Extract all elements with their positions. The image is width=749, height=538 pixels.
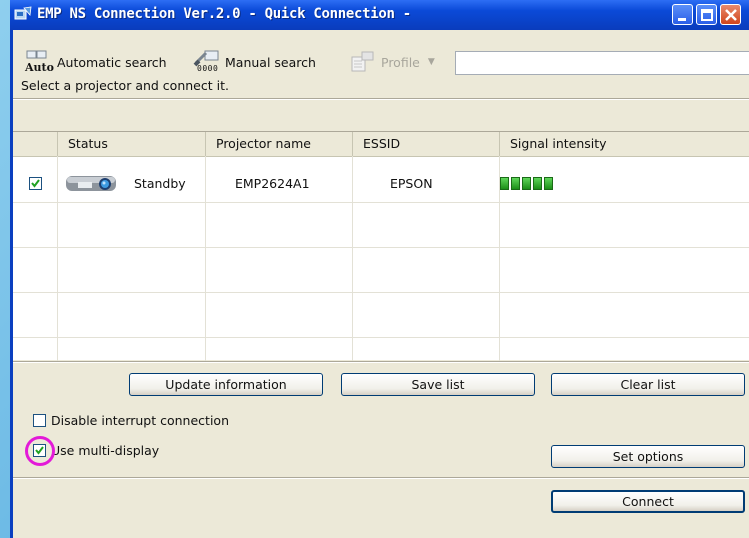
- chevron-down-icon: ▼: [427, 57, 435, 67]
- signal-bar: [522, 177, 531, 190]
- save-list-button[interactable]: Save list: [341, 373, 535, 396]
- close-button[interactable]: [720, 4, 741, 25]
- signal-bar: [500, 177, 509, 190]
- automatic-search-button[interactable]: Auto Automatic search: [25, 47, 167, 77]
- column-header-essid[interactable]: ESSID: [353, 132, 500, 156]
- column-header-projector-name[interactable]: Projector name: [206, 132, 353, 156]
- multi-display-label: Use multi-display: [51, 443, 160, 458]
- grid-line: [13, 337, 749, 338]
- disable-interrupt-checkbox[interactable]: [33, 414, 46, 427]
- automatic-search-icon: Auto: [25, 49, 54, 75]
- signal-bar: [533, 177, 542, 190]
- toolbar-divider: [13, 98, 749, 100]
- connect-button[interactable]: Connect: [551, 490, 745, 513]
- column-header-signal-intensity[interactable]: Signal intensity: [500, 132, 749, 156]
- maximize-button[interactable]: [696, 4, 717, 25]
- row-projector-name: EMP2624A1: [235, 176, 310, 191]
- grid-line: [13, 292, 749, 293]
- disable-interrupt-label: Disable interrupt connection: [51, 413, 229, 428]
- profile-icon: [349, 49, 377, 75]
- profile-dropdown-button[interactable]: Profile ▼: [349, 47, 435, 77]
- profile-select[interactable]: [455, 51, 749, 75]
- grid-line: [57, 156, 58, 361]
- grid-line: [13, 247, 749, 248]
- window-title: EMP NS Connection Ver.2.0 - Quick Connec…: [37, 6, 411, 22]
- options-divider: [13, 477, 749, 479]
- checkmark-icon: [31, 179, 40, 188]
- signal-bar: [544, 177, 553, 190]
- grid-line: [205, 156, 206, 361]
- highlight-circle: [25, 436, 55, 466]
- manual-search-label: Manual search: [225, 54, 316, 70]
- grid-line: [352, 156, 353, 361]
- projector-list-header: Status Projector name ESSID Signal inten…: [13, 132, 749, 157]
- row-essid: EPSON: [390, 176, 433, 191]
- projector-icon: [66, 176, 116, 191]
- automatic-search-label: Automatic search: [57, 54, 167, 70]
- auto-icon-text: Auto: [25, 61, 54, 74]
- list-divider: [13, 361, 749, 363]
- toolbar: Auto Automatic search 0000 Manual search: [13, 31, 749, 105]
- manual-search-icon: 0000: [193, 49, 221, 75]
- signal-bar: [511, 177, 520, 190]
- row-status: Standby: [134, 176, 186, 191]
- update-information-button[interactable]: Update information: [129, 373, 323, 396]
- quick-connection-window: EMP NS Connection Ver.2.0 - Quick Connec…: [10, 0, 749, 538]
- clear-list-button[interactable]: Clear list: [551, 373, 745, 396]
- emp-ns-app-icon: [14, 6, 32, 20]
- minimize-button[interactable]: [672, 4, 693, 25]
- grid-line: [13, 202, 749, 203]
- title-bar[interactable]: EMP NS Connection Ver.2.0 - Quick Connec…: [10, 0, 749, 30]
- signal-intensity-meter: [500, 177, 553, 190]
- manual-icon-text: 0000: [197, 64, 219, 73]
- row-select-checkbox[interactable]: [29, 177, 42, 190]
- maximize-icon: [701, 9, 713, 21]
- set-options-button[interactable]: Set options: [551, 445, 745, 468]
- projector-list[interactable]: Status Projector name ESSID Signal inten…: [13, 131, 749, 361]
- minimize-icon: [678, 18, 686, 21]
- column-header-status[interactable]: Status: [58, 132, 206, 156]
- profile-label: Profile: [381, 54, 420, 70]
- instruction-text: Select a projector and connect it.: [21, 78, 229, 93]
- close-icon: [725, 9, 737, 21]
- manual-search-button[interactable]: 0000 Manual search: [193, 47, 316, 77]
- header-check-column: [13, 132, 58, 156]
